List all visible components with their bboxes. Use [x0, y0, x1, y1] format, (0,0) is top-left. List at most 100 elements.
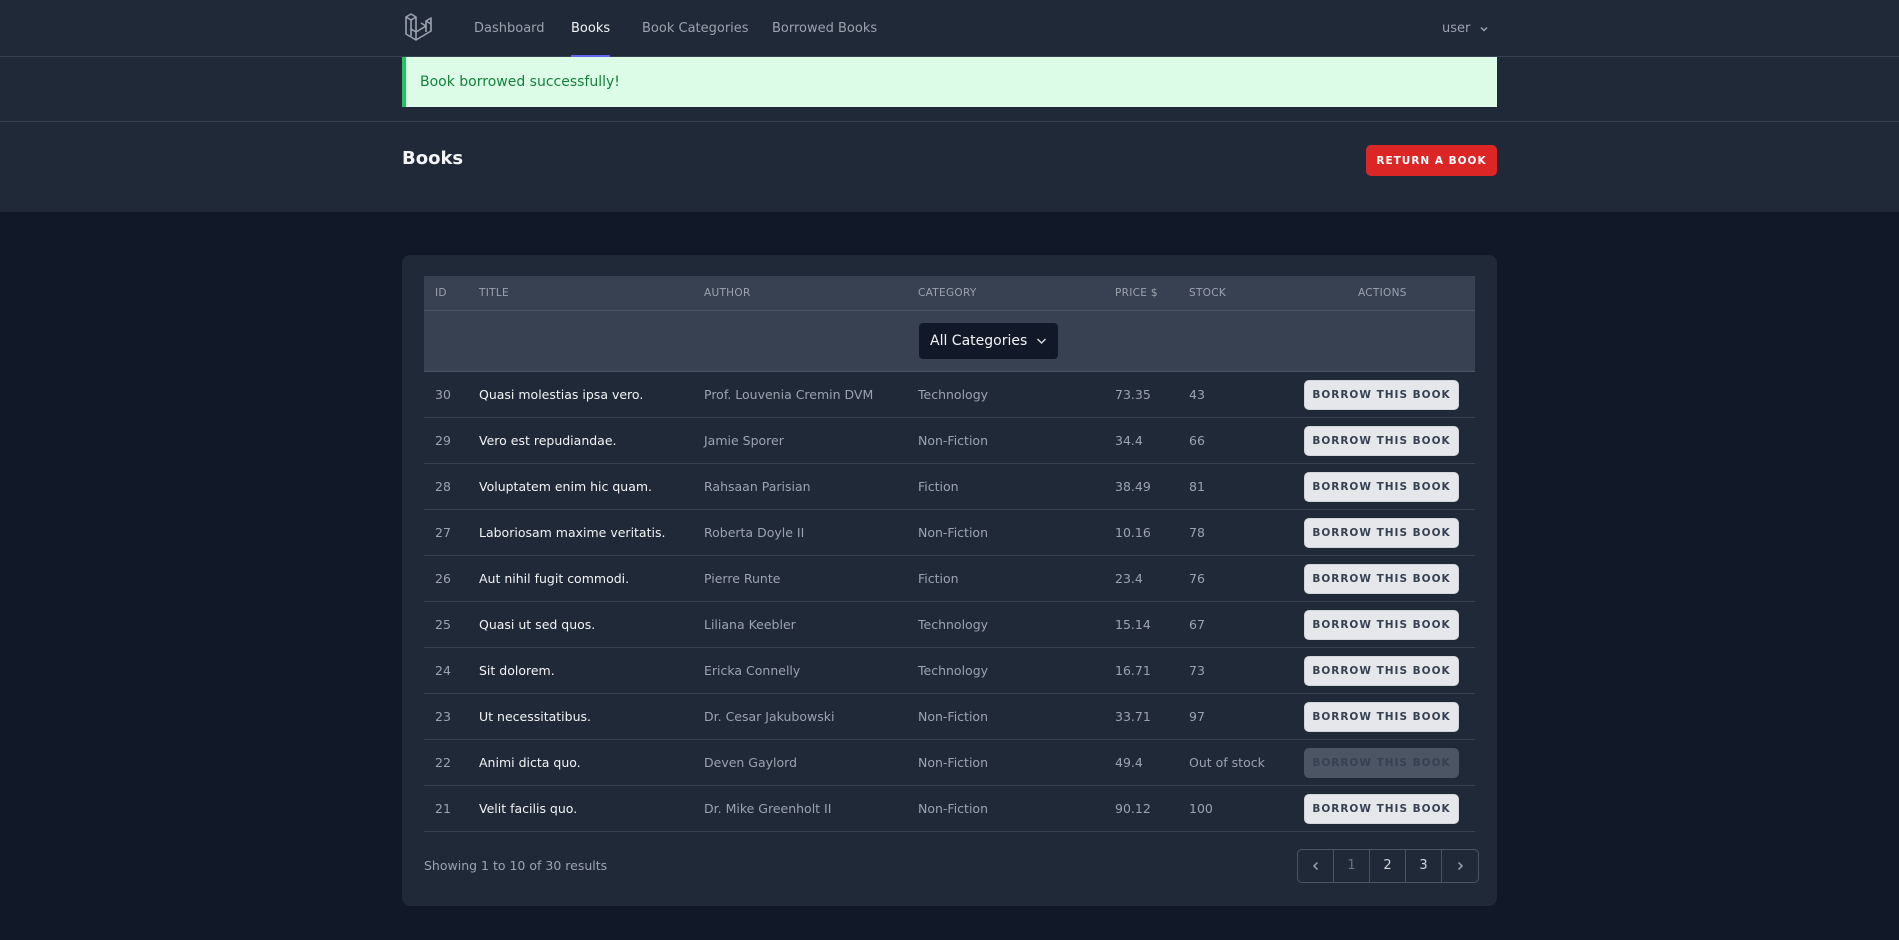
cell-title: Quasi ut sed quos. — [479, 617, 596, 632]
cell-price: 90.12 — [1115, 801, 1151, 816]
cell-category: Technology — [918, 387, 989, 402]
cell-category: Technology — [918, 617, 989, 632]
page-3[interactable]: 3 — [1406, 850, 1442, 882]
cell-id: 27 — [435, 525, 451, 540]
cell-id: 21 — [435, 801, 451, 816]
success-alert: Book borrowed successfully! — [402, 57, 1497, 107]
nav-dashboard[interactable]: Dashboard — [474, 0, 545, 57]
cell-id: 26 — [435, 571, 451, 586]
cell-author: Liliana Keebler — [704, 617, 796, 632]
table-body: 30 Quasi molestias ipsa vero. Prof. Louven… — [424, 372, 1475, 832]
books-table: ID TITLE AUTHOR CATEGORY PRICE $ STOCK A… — [424, 276, 1475, 832]
prev-page-button[interactable] — [1298, 850, 1334, 882]
cell-stock: 73 — [1189, 663, 1205, 678]
table-row: 23 Ut necessitatibus. Dr. Cesar Jakubowski… — [424, 694, 1475, 740]
user-menu[interactable]: user — [1442, 0, 1489, 57]
books-card: ID TITLE AUTHOR CATEGORY PRICE $ STOCK A… — [402, 255, 1497, 906]
cell-id: 28 — [435, 479, 451, 494]
page-header: Books RETURN A BOOK — [0, 122, 1899, 212]
table-row: 27 Laboriosam maxime veritatis. Roberta Do… — [424, 510, 1475, 556]
borrow-book-button[interactable]: BORROW THIS BOOK — [1304, 380, 1459, 410]
col-id: ID — [435, 287, 447, 299]
cell-title: Ut necessitatibus. — [479, 709, 591, 724]
cell-title: Animi dicta quo. — [479, 755, 581, 770]
cell-title: Velit facilis quo. — [479, 801, 578, 816]
cell-category: Fiction — [918, 571, 959, 586]
table-row: 22 Animi dicta quo. Deven Gaylord Non-Ficti… — [424, 740, 1475, 786]
return-book-button[interactable]: RETURN A BOOK — [1366, 145, 1497, 176]
cell-stock: 97 — [1189, 709, 1205, 724]
cell-author: Rahsaan Parisian — [704, 479, 811, 494]
borrow-book-button[interactable]: BORROW THIS BOOK — [1304, 794, 1459, 824]
table-row: 30 Quasi molestias ipsa vero. Prof. Louven… — [424, 372, 1475, 418]
cell-author: Jamie Sporer — [704, 433, 784, 448]
borrow-book-button: BORROW THIS BOOK — [1304, 748, 1459, 778]
cell-title: Laboriosam maxime veritatis. — [479, 525, 666, 540]
chevron-right-icon — [1457, 861, 1464, 870]
cell-stock: 81 — [1189, 479, 1205, 494]
borrow-book-button[interactable]: BORROW THIS BOOK — [1304, 564, 1459, 594]
cell-id: 30 — [435, 387, 451, 402]
col-author: AUTHOR — [704, 287, 751, 299]
category-filter-select[interactable]: All Categories — [919, 323, 1058, 359]
chevron-left-icon — [1312, 861, 1318, 870]
laravel-logo-icon[interactable] — [404, 12, 434, 44]
cell-id: 23 — [435, 709, 451, 724]
col-stock: STOCK — [1189, 287, 1227, 299]
cell-author: Dr. Cesar Jakubowski — [704, 709, 835, 724]
borrow-book-button[interactable]: BORROW THIS BOOK — [1304, 702, 1459, 732]
cell-price: 15.14 — [1115, 617, 1151, 632]
table-row: 28 Voluptatem enim hic quam. Rahsaan Paris… — [424, 464, 1475, 510]
pagination-summary: Showing 1 to 10 of 30 results — [424, 858, 608, 873]
borrow-book-button[interactable]: BORROW THIS BOOK — [1304, 656, 1459, 686]
cell-price: 49.4 — [1115, 755, 1143, 770]
col-title: TITLE — [479, 287, 509, 299]
cell-title: Aut nihil fugit commodi. — [479, 571, 630, 586]
col-category: CATEGORY — [918, 287, 977, 299]
top-navigation: Dashboard Books Book Categories Borrowed… — [0, 0, 1899, 57]
chevron-down-icon — [1479, 26, 1488, 32]
nav-book-categories[interactable]: Book Categories — [642, 0, 749, 57]
cell-author: Deven Gaylord — [704, 755, 798, 770]
filter-row: All Categories — [424, 311, 1475, 372]
cell-stock: 67 — [1189, 617, 1205, 632]
cell-id: 24 — [435, 663, 451, 678]
cell-price: 33.71 — [1115, 709, 1151, 724]
cell-stock: 66 — [1189, 433, 1205, 448]
cell-stock: 76 — [1189, 571, 1205, 586]
cell-author: Prof. Louvenia Cremin DVM — [704, 387, 874, 402]
page-2[interactable]: 2 — [1370, 850, 1406, 882]
page-title: Books — [402, 148, 464, 169]
cell-category: Non-Fiction — [918, 801, 989, 816]
borrow-book-button[interactable]: BORROW THIS BOOK — [1304, 610, 1459, 640]
borrow-book-button[interactable]: BORROW THIS BOOK — [1304, 472, 1459, 502]
borrow-book-button[interactable]: BORROW THIS BOOK — [1304, 426, 1459, 456]
cell-category: Non-Fiction — [918, 709, 989, 724]
user-name: user — [1442, 21, 1471, 36]
category-filter-value: All Categories — [930, 333, 1028, 349]
cell-id: 22 — [435, 755, 451, 770]
cell-stock: 43 — [1189, 387, 1205, 402]
cell-stock: Out of stock — [1189, 755, 1265, 770]
borrow-book-button[interactable]: BORROW THIS BOOK — [1304, 518, 1459, 548]
cell-category: Non-Fiction — [918, 433, 989, 448]
cell-category: Fiction — [918, 479, 959, 494]
table-row: 25 Quasi ut sed quos. Liliana Keebler Techn… — [424, 602, 1475, 648]
cell-price: 16.71 — [1115, 663, 1151, 678]
cell-price: 10.16 — [1115, 525, 1151, 540]
col-actions: ACTIONS — [1358, 287, 1407, 299]
alert-band: Book borrowed successfully! — [0, 57, 1899, 122]
cell-category: Technology — [918, 663, 989, 678]
table-row: 26 Aut nihil fugit commodi. Pierre Runte Fi… — [424, 556, 1475, 602]
next-page-button[interactable] — [1442, 850, 1478, 882]
cell-id: 25 — [435, 617, 451, 632]
cell-author: Dr. Mike Greenholt II — [704, 801, 832, 816]
cell-price: 73.35 — [1115, 387, 1151, 402]
cell-category: Non-Fiction — [918, 755, 989, 770]
pagination: 1 2 3 — [1297, 849, 1479, 883]
cell-price: 38.49 — [1115, 479, 1151, 494]
page-1: 1 — [1334, 850, 1370, 882]
cell-category: Non-Fiction — [918, 525, 989, 540]
nav-borrowed-books[interactable]: Borrowed Books — [772, 0, 877, 57]
nav-books[interactable]: Books — [571, 0, 611, 57]
